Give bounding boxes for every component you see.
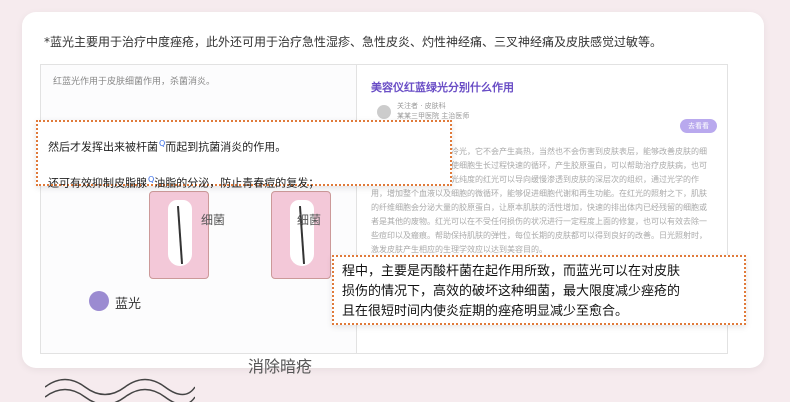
blue-light-dot-icon [89,291,109,311]
author-meta-line1: 关注者 · 皮肤科 [397,102,446,110]
blue-light-label: 蓝光 [115,297,142,312]
highlight-bottom-line1: 程中，主要是丙酸杆菌在起作用所致，而蓝光可以在对皮肤 [342,264,681,279]
illustration-caption: 红蓝光作用于皮肤细菌作用，杀菌消炎。 [53,77,216,87]
highlight-top-line2: 还可有效抑制皮脂腺Q油脂的分泌，防止青春痘的复发； [48,164,440,200]
illustration-panel: 红蓝光作用于皮肤细菌作用，杀菌消炎。 细菌 细菌 蓝光 消除暗疮 [40,64,364,402]
highlight-top-line1-tail: 而起到抗菌消炎的作用。 [165,140,287,154]
bacteria-label-1: 细菌 [201,213,226,227]
author-avatar[interactable] [377,105,391,119]
highlight-top-line1-text: 然后才发挥出来被杆菌 [48,140,158,154]
highlight-top-line2-tail: 油脂的分泌，防止青春痘的复发； [154,176,320,190]
highlight-top-line1: 然后才发挥出来被杆菌Q而起到抗菌消炎的作用。 [48,128,440,164]
highlight-callout-bottom: 程中，主要是丙酸杆菌在起作用所致，而蓝光可以在对皮肤 损伤的情况下，高效的破坏这… [332,255,746,325]
article-title[interactable]: 美容仪红蓝绿光分别什么作用 [371,79,514,95]
highlight-callout-top: 然后才发挥出来被杆菌Q而起到抗菌消炎的作用。 还可有效抑制皮脂腺Q油脂的分泌，防… [36,120,452,189]
highlight-bottom-line2: 损伤的情况下，高效的破坏这种细菌，最大限度减少痤疮的 [342,284,681,299]
highlight-bottom-line3: 且在很短时间内使炎症期的痤疮明显减少至愈合。 [342,304,629,319]
view-button[interactable]: 去看看 [680,119,717,133]
illustration-big-caption: 消除暗疮 [248,357,313,376]
bacteria-label-2: 细菌 [297,213,322,227]
intro-text: *蓝光主要用于治疗中度痤疮，此外还可用于治疗急性湿疹、急性皮炎、灼性神经痛、三叉… [44,35,663,49]
author-meta: 关注者 · 皮肤科 某某三甲医院 主治医师 [397,101,469,121]
highlight-top-line2-text: 还可有效抑制皮脂腺 [48,176,147,190]
skin-pore-illustration-2 [271,191,331,279]
skin-pore-illustration-1 [149,191,209,279]
wave-decoration [45,378,195,402]
